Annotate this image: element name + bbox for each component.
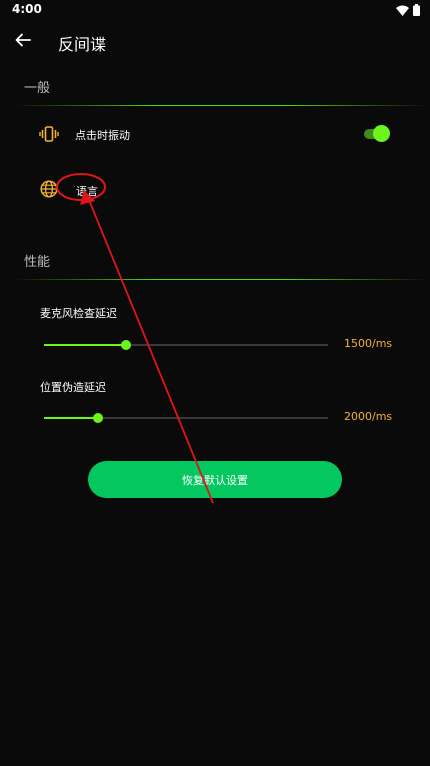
back-button[interactable]: [10, 28, 36, 54]
toggle-thumb: [373, 125, 390, 142]
battery-icon: [413, 1, 420, 20]
location-spoof-delay-slider[interactable]: [44, 411, 328, 425]
settings-screen: 4:00 反间谍 一般 点击时振动 语言 性能 麦克风检查延迟 1500/ms …: [0, 0, 430, 766]
location-spoof-delay-value: 2000/ms: [344, 410, 393, 423]
slider-thumb[interactable]: [121, 340, 132, 350]
vibrate-label: 点击时振动: [75, 129, 130, 142]
status-icons: [396, 3, 420, 17]
language-label: 语言: [76, 185, 98, 198]
section-divider-performance: [14, 279, 428, 280]
slider-fill: [44, 344, 127, 346]
mic-check-delay-slider[interactable]: [44, 338, 328, 352]
globe-icon: [39, 179, 59, 199]
wifi-icon: [396, 1, 409, 20]
vibrate-icon: [39, 124, 59, 144]
arrow-back-icon: [15, 32, 31, 51]
section-header-performance: 性能: [24, 255, 51, 270]
mic-check-delay-value: 1500/ms: [344, 337, 393, 350]
app-bar: 反间谍: [0, 20, 430, 64]
mic-check-delay-label: 麦克风检查延迟: [40, 307, 117, 320]
slider-thumb[interactable]: [92, 413, 103, 423]
section-header-general: 一般: [24, 81, 51, 96]
status-time: 4:00: [12, 2, 42, 16]
status-bar: 4:00: [0, 0, 430, 20]
section-divider-general: [14, 105, 428, 106]
vibrate-toggle[interactable]: [364, 125, 390, 143]
page-title: 反间谍: [58, 35, 107, 54]
location-spoof-delay-label: 位置伪造延迟: [40, 381, 106, 394]
restore-defaults-button[interactable]: 恢复默认设置: [88, 461, 342, 498]
slider-fill: [44, 417, 98, 419]
